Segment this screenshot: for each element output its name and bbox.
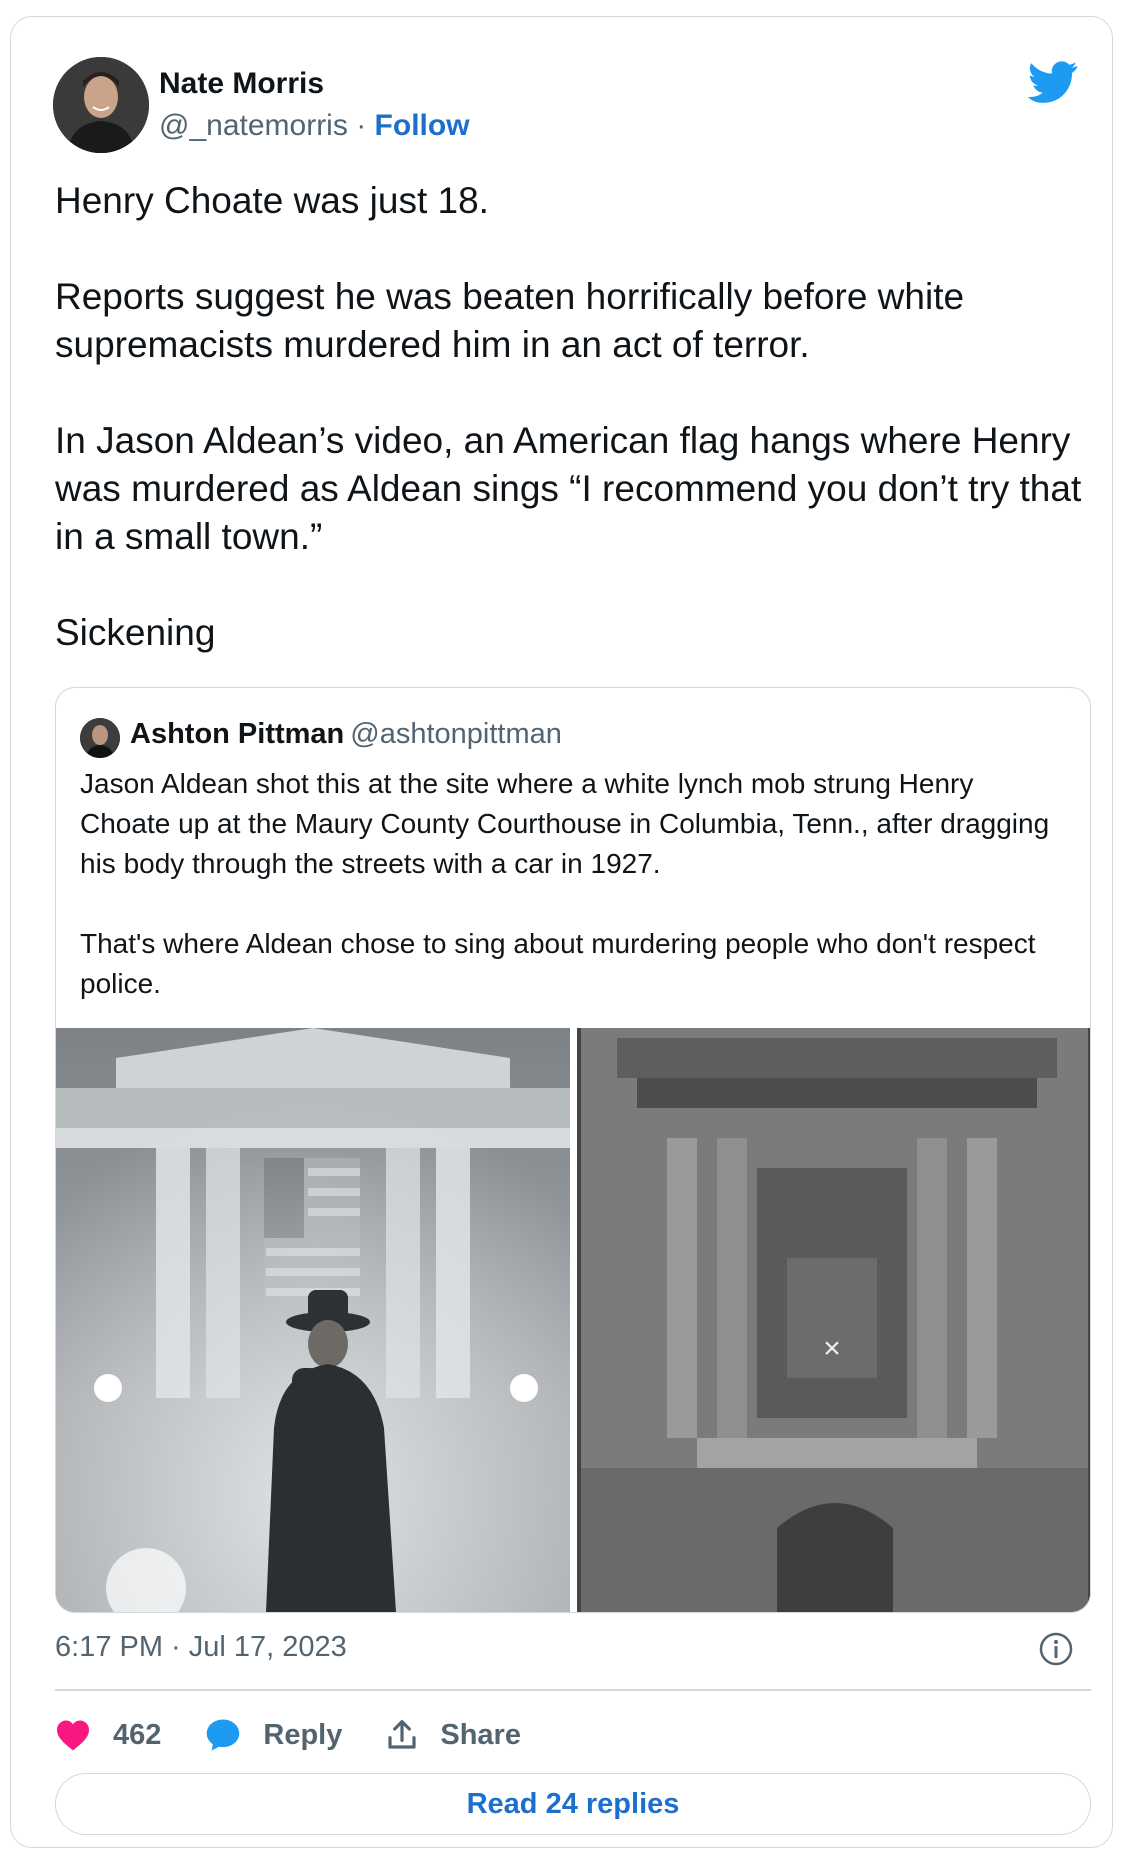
quoted-paragraph: That's where Aldean chose to sing about … — [80, 928, 1036, 999]
tweet-paragraph: Henry Choate was just 18. — [55, 180, 489, 221]
twitter-bird-icon[interactable] — [1028, 61, 1078, 103]
quoted-author-name: Ashton Pittman — [130, 718, 345, 750]
svg-text:×: × — [823, 1332, 841, 1365]
tweet-card: Nate Morris @_natemorris · Follow Henry … — [10, 16, 1113, 1848]
info-icon[interactable] — [1038, 1631, 1074, 1667]
quoted-paragraph: Jason Aldean shot this at the site where… — [80, 768, 1050, 879]
author-handle[interactable]: @_natemorris — [159, 109, 348, 142]
heart-icon — [57, 1720, 89, 1751]
like-count: 462 — [113, 1718, 162, 1751]
follow-button[interactable]: Follow — [375, 109, 470, 142]
speech-bubble-icon — [207, 1719, 240, 1751]
share-button[interactable]: Share — [386, 1719, 521, 1752]
like-button[interactable]: 462 — [55, 1719, 161, 1752]
reply-button[interactable]: Reply — [205, 1718, 342, 1752]
read-replies-button[interactable]: Read 24 replies — [55, 1773, 1091, 1835]
quoted-body: Jason Aldean shot this at the site where… — [80, 764, 1070, 1044]
quoted-author-avatar — [80, 718, 120, 758]
tweet-paragraph: Reports suggest he was beaten horrifical… — [55, 276, 965, 365]
handle-separator: · — [356, 109, 367, 142]
tweet-body: Henry Choate was just 18. Reports sugges… — [55, 177, 1085, 705]
author-handle-row: @_natemorris · Follow — [159, 109, 470, 143]
quoted-author-handle: @ashtonpittman — [350, 718, 562, 750]
tweet-timestamp[interactable]: 6:17 PM · Jul 17, 2023 — [55, 1631, 347, 1664]
tweet-paragraph: Sickening — [55, 612, 216, 653]
quoted-tweet[interactable]: Ashton Pittman @ashtonpittman Jason Aldea… — [55, 687, 1091, 1613]
historical-photo-image[interactable]: × — [577, 1028, 1090, 1612]
tweet-paragraph: In Jason Aldean’s video, an American fla… — [55, 420, 1082, 557]
author-avatar[interactable] — [53, 57, 149, 153]
action-bar: 462 Reply Share — [55, 1713, 565, 1757]
divider — [55, 1689, 1091, 1691]
video-still-image[interactable] — [56, 1028, 570, 1612]
quoted-author: Ashton Pittman @ashtonpittman — [130, 718, 562, 751]
reply-label: Reply — [263, 1718, 343, 1751]
share-label: Share — [440, 1718, 521, 1751]
author-name[interactable]: Nate Morris — [159, 67, 324, 101]
share-upload-icon — [388, 1720, 416, 1749]
